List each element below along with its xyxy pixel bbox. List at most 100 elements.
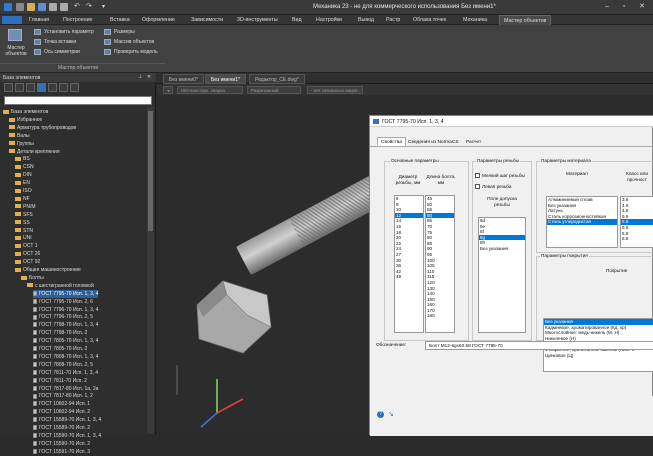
- tree-item-standard[interactable]: ГОСТ 7805-70 Исп. 1, 3, 4: [33, 337, 98, 345]
- forward-icon[interactable]: [15, 83, 24, 92]
- set-parameter-icon[interactable]: [34, 29, 41, 35]
- doc-tab-0[interactable]: Без имени0*: [163, 74, 204, 84]
- material-list[interactable]: Алюминиевый сплав Без указания Латунь Сталь…: [546, 196, 618, 248]
- symmetry-axis-icon[interactable]: [34, 49, 41, 55]
- tree-item-folder[interactable]: STN: [15, 227, 33, 235]
- tree-item-standard[interactable]: ГОСТ 7817-80 Исп. 1, 2: [33, 392, 93, 400]
- tab-calculation[interactable]: Расчет: [466, 140, 481, 145]
- undo-icon[interactable]: ↶: [74, 3, 82, 11]
- tree-item-standard[interactable]: ГОСТ 15590-70 Исп. 1, 3, 4: [33, 432, 101, 440]
- tab-formatting[interactable]: Оформление: [142, 17, 175, 23]
- tree-item-standard[interactable]: ГОСТ 7798-70 Исп. 2: [33, 329, 87, 337]
- tree-item-standard[interactable]: ГОСТ 15589-70 Исп. 2: [33, 424, 90, 432]
- plot-icon[interactable]: [60, 3, 68, 11]
- minimize-icon[interactable]: –: [602, 2, 612, 12]
- check-model-icon[interactable]: [104, 49, 111, 55]
- new-file-icon[interactable]: [16, 3, 24, 11]
- tree-item-folder[interactable]: Валы: [9, 132, 30, 140]
- filter-icon[interactable]: [48, 83, 57, 92]
- tree-item-folder[interactable]: BS: [15, 155, 30, 163]
- object-master-button[interactable]: Мастер объектов: [4, 45, 28, 57]
- tab-insert[interactable]: Вставка: [110, 17, 130, 23]
- tree-item-standard[interactable]: ГОСТ 15589-70 Исп. 1, 3, 4: [33, 416, 101, 424]
- tree-item-folder[interactable]: Общее машиностроение: [15, 266, 81, 274]
- check-model-button[interactable]: Проверить модель: [114, 49, 158, 55]
- fine-pitch-checkbox[interactable]: [475, 173, 480, 178]
- list-item[interactable]: Сталь углеродистая: [547, 219, 617, 225]
- tree-item-standard[interactable]: ГОСТ 15590-70 Исп. 2: [33, 440, 90, 448]
- tree-item-standard[interactable]: ГОСТ 15591-70 Исп. 3: [33, 448, 90, 456]
- symmetry-axis-button[interactable]: Ось симметрии: [44, 49, 80, 55]
- tree-item-folder[interactable]: CSN: [15, 163, 34, 171]
- print-icon[interactable]: [49, 3, 57, 11]
- layer-combo[interactable]: ISO-конструк. сварка: [177, 86, 243, 94]
- tab-raster[interactable]: Растр: [386, 17, 400, 23]
- tab-normacs[interactable]: Сведения из NormaCS: [408, 140, 459, 145]
- panel-pin-icon[interactable]: ⊥: [138, 74, 142, 80]
- doc-tab-2[interactable]: Редактор_СЕ.dwg*: [249, 74, 305, 84]
- section-combo[interactable]: Разрезанный: [247, 86, 301, 94]
- tab-view[interactable]: Вид: [292, 17, 302, 23]
- tree-item-standard[interactable]: ГОСТ 7795-70 Исп. 2, 6: [33, 298, 93, 306]
- linked-views-combo[interactable]: - нет связанных видов -: [307, 86, 363, 94]
- tab-point-clouds[interactable]: Облака точек: [413, 17, 446, 23]
- tree-item-folder[interactable]: ОСТ 92: [15, 258, 40, 266]
- tab-settings[interactable]: Настройки: [316, 17, 342, 23]
- tree-item-standard[interactable]: ГОСТ 7796-70 Исп. 2, 5: [33, 313, 93, 321]
- list-item[interactable]: 48: [395, 274, 423, 280]
- tree-item-folder[interactable]: с шестигранной головкой: [27, 282, 94, 290]
- tree-item-folder[interactable]: Детали крепления: [9, 148, 60, 156]
- save-icon[interactable]: [38, 3, 46, 11]
- tree-item-folder[interactable]: DIN: [15, 171, 32, 179]
- insert-point-icon[interactable]: [34, 39, 41, 45]
- tree-item-folder[interactable]: NF: [15, 195, 30, 203]
- tree-item-standard[interactable]: ГОСТ 7808-70 Исп. 2, 5: [33, 361, 93, 369]
- list-item[interactable]: 8.8: [621, 236, 653, 242]
- tree-item-folder[interactable]: UNI: [15, 234, 32, 242]
- search-input[interactable]: [4, 96, 152, 105]
- set-parameter-button[interactable]: Установить параметр: [44, 29, 94, 35]
- insert-point-button[interactable]: Точка вставки: [44, 39, 76, 45]
- tolerance-list[interactable]: 6d 6e 6f 6g 8h Без указания: [478, 217, 526, 333]
- tree-item-standard[interactable]: ГОСТ 7811-70 Исп. 2: [33, 377, 87, 385]
- class-list[interactable]: 3.6 4.6 4.8 5.6 5.8 6.6 6.8 8.8: [620, 196, 653, 248]
- tab-construction[interactable]: Построение: [63, 17, 93, 23]
- list-view-icon[interactable]: [37, 83, 46, 92]
- left-thread-checkbox[interactable]: [475, 184, 480, 189]
- insert-arrow-icon[interactable]: ↘: [388, 411, 396, 418]
- help-icon[interactable]: [70, 83, 79, 92]
- tree-item-folder[interactable]: База элементов: [3, 108, 48, 116]
- qat-dropdown-icon[interactable]: ▾: [102, 3, 110, 11]
- tab-constraints[interactable]: Зависимости: [191, 17, 223, 23]
- tree-item-folder[interactable]: ОСТ 26: [15, 250, 40, 258]
- designation-field[interactable]: Болт М12-6gx60.58 ГОСТ 7795-70: [425, 341, 653, 350]
- close-icon[interactable]: ✕: [637, 2, 647, 12]
- tree-item-folder[interactable]: Избранное: [9, 116, 42, 124]
- diameter-list[interactable]: 6 8 10 12 14 16 18 20 22 24 27 30 36 42 48: [394, 195, 424, 333]
- app-menu-button[interactable]: [2, 16, 22, 24]
- tree-item-standard[interactable]: ГОСТ 7798-70 Исп. 1, 3, 4: [33, 321, 98, 329]
- tree-item-standard[interactable]: ГОСТ 7817-80 Исп. 1а, 2а: [33, 385, 98, 393]
- dimensions-icon[interactable]: [104, 29, 111, 35]
- tree-item-folder[interactable]: ISO: [15, 187, 32, 195]
- filter-arrow-icon[interactable]: ◂: [163, 86, 174, 94]
- list-item[interactable]: Без указания: [479, 246, 525, 252]
- tree-item-standard[interactable]: ГОСТ 7808-70 Исп. 1, 3, 4: [33, 353, 98, 361]
- scrollbar-thumb[interactable]: [148, 111, 153, 231]
- tree-item-standard[interactable]: ГОСТ 10602-94 Исп. 1: [33, 400, 90, 408]
- list-item[interactable]: 180: [426, 313, 454, 319]
- tree-view-icon[interactable]: [26, 83, 35, 92]
- object-array-button[interactable]: Массив объектов: [114, 39, 154, 45]
- tree-item-folder[interactable]: ОСТ 1: [15, 242, 38, 250]
- tree-item-folder[interactable]: PN/M: [15, 203, 36, 211]
- object-master-icon[interactable]: [8, 29, 22, 41]
- tab-properties[interactable]: Свойства: [377, 137, 407, 146]
- panel-close-icon[interactable]: ✕: [147, 74, 151, 80]
- tab-home[interactable]: Главная: [29, 17, 49, 23]
- tree-scrollbar[interactable]: [147, 107, 154, 433]
- tab-output[interactable]: Вывод: [358, 17, 374, 23]
- open-file-icon[interactable]: [27, 3, 35, 11]
- maximize-icon[interactable]: ▫: [619, 2, 629, 12]
- tab-object-master[interactable]: Мастер объектов: [499, 15, 552, 25]
- tree-item-standard[interactable]: ГОСТ 10602-94 Исп. 2: [33, 408, 90, 416]
